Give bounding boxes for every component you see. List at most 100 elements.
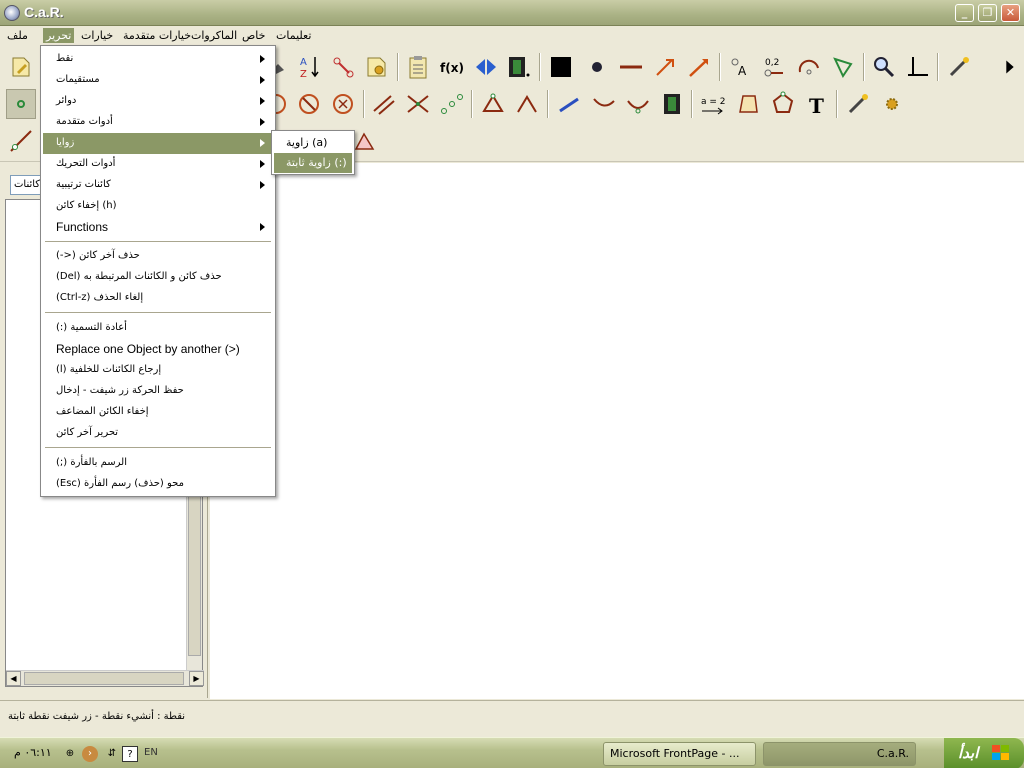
intersection-icon[interactable] bbox=[403, 89, 433, 119]
menu-file[interactable]: ملف bbox=[4, 28, 31, 43]
axes-icon[interactable] bbox=[903, 52, 933, 82]
svg-text:Z: Z bbox=[300, 69, 307, 80]
menu-item-clear-mouse-draw[interactable]: (Esc) محو (حذف) رسم الفأرة bbox=[43, 474, 273, 495]
menu-item-undo-delete[interactable]: (Ctrl-z) إلغاء الحذف bbox=[43, 288, 273, 309]
start-label: ابدأ bbox=[958, 744, 979, 762]
mirror-icon[interactable] bbox=[471, 52, 501, 82]
scroll-right-icon[interactable]: ▶ bbox=[189, 671, 204, 686]
svg-text:A: A bbox=[738, 64, 747, 78]
menu-item-delete-last[interactable]: (->) حذف آخر كائن bbox=[43, 246, 273, 267]
filled-square-icon[interactable] bbox=[546, 52, 576, 82]
minimize-button[interactable]: _ bbox=[955, 4, 974, 22]
network-icon[interactable]: ⊕ bbox=[62, 746, 78, 762]
line-through-point-icon[interactable] bbox=[6, 126, 36, 156]
menu-item-lines[interactable]: مستقيمات bbox=[43, 70, 273, 91]
menu-item-hide-object[interactable]: إخفاء كائن (h) bbox=[43, 196, 273, 217]
menu-bar: ملف تحرير خيارات خيارات متقدمة الماكروات… bbox=[0, 26, 1024, 45]
menu-item-angles[interactable]: زوايا bbox=[43, 133, 273, 154]
toolbar-separator bbox=[471, 90, 473, 118]
curve-icon[interactable] bbox=[589, 89, 619, 119]
svg-text:T: T bbox=[809, 94, 824, 117]
settings-doc-icon[interactable] bbox=[362, 52, 392, 82]
coordinate-icon[interactable]: 0,2 bbox=[760, 52, 790, 82]
horizontal-scrollbar[interactable]: ◀ ▶ bbox=[6, 670, 204, 686]
arc-icon[interactable] bbox=[794, 52, 824, 82]
edit-icon[interactable] bbox=[6, 52, 36, 82]
horizontal-scroll-thumb[interactable] bbox=[24, 672, 184, 685]
menu-item-circles[interactable]: دوائر bbox=[43, 91, 273, 112]
menu-separator bbox=[45, 447, 271, 449]
parallel-lines-icon[interactable] bbox=[369, 89, 399, 119]
menu-item-mouse-draw[interactable]: (;) الرسم بالفأرة bbox=[43, 453, 273, 474]
transform-icon[interactable] bbox=[328, 52, 358, 82]
menu-item-functions[interactable]: Functions bbox=[43, 217, 273, 238]
submenu-item-fixed-angle[interactable]: زاوية ثابتة (:) bbox=[274, 153, 352, 173]
menu-item-points[interactable]: نقط bbox=[43, 49, 273, 70]
circle-center-icon[interactable] bbox=[328, 89, 358, 119]
text-icon[interactable]: T bbox=[802, 89, 832, 119]
menu-item-replace-object[interactable]: Replace one Object by another (>) bbox=[43, 339, 273, 360]
segment-move-icon[interactable] bbox=[555, 89, 585, 119]
taskbar-button-car[interactable]: C.a.R. bbox=[763, 742, 916, 766]
svg-text:0,2: 0,2 bbox=[765, 58, 779, 68]
menu-item-send-to-back[interactable]: (l) إرجاع الكائنات للخلفية bbox=[43, 360, 273, 381]
angle-points-icon[interactable] bbox=[512, 89, 542, 119]
security-icon[interactable]: › bbox=[82, 746, 98, 762]
menu-item-ordered-objects[interactable]: كائنات ترتيبية bbox=[43, 175, 273, 196]
point-tool-icon[interactable] bbox=[6, 89, 36, 119]
drawing-canvas[interactable] bbox=[210, 163, 1024, 699]
animation-film-icon[interactable] bbox=[503, 52, 533, 82]
menu-item-advanced-tools[interactable]: أدوات متقدمة bbox=[43, 112, 273, 133]
menu-item-rename[interactable]: (:) أعادة التسمية bbox=[43, 318, 273, 339]
point-label-icon[interactable]: A bbox=[726, 52, 756, 82]
maximize-button[interactable]: ❐ bbox=[978, 4, 997, 22]
menu-help[interactable]: تعليمات bbox=[273, 28, 314, 43]
menu-options[interactable]: خيارات bbox=[78, 28, 116, 43]
sort-az-icon[interactable]: AZ bbox=[294, 52, 324, 82]
menu-advanced-options[interactable]: خيارات متقدمة bbox=[120, 28, 194, 43]
points-on-line-icon[interactable] bbox=[437, 89, 467, 119]
film-icon[interactable] bbox=[657, 89, 687, 119]
title-bar[interactable]: C.a.R. _ ❐ ✕ bbox=[0, 0, 1024, 26]
chevron-right-icon[interactable] bbox=[998, 52, 1022, 82]
function-icon[interactable]: f(x) bbox=[437, 52, 467, 82]
polygon-icon[interactable] bbox=[768, 89, 798, 119]
language-indicator[interactable]: EN bbox=[144, 747, 158, 758]
gear-icon[interactable] bbox=[877, 89, 907, 119]
menu-item-move-tools[interactable]: أدوات التحريك bbox=[43, 154, 273, 175]
scroll-left-icon[interactable]: ◀ bbox=[6, 671, 21, 686]
menu-special[interactable]: خاص bbox=[239, 28, 268, 43]
locus-icon[interactable] bbox=[623, 89, 653, 119]
magic-wand-icon[interactable] bbox=[843, 89, 873, 119]
zoom-icon[interactable] bbox=[869, 52, 899, 82]
restore-icon[interactable]: ⇵ bbox=[104, 746, 120, 762]
point-style-icon[interactable] bbox=[582, 52, 612, 82]
submenu-arrow-icon bbox=[260, 160, 265, 168]
window-title: C.a.R. bbox=[24, 4, 64, 20]
ray-arrow-icon[interactable] bbox=[684, 52, 714, 82]
clipboard-icon[interactable] bbox=[403, 52, 433, 82]
polygon-points-icon[interactable] bbox=[478, 89, 508, 119]
menu-macros[interactable]: الماكروات bbox=[188, 28, 240, 43]
menu-item-hide-duplicate[interactable]: إخفاء الكائن المضاعف bbox=[43, 402, 273, 423]
menu-item-save-animation[interactable]: حفظ الحركة زر شيفت - إدخال bbox=[43, 381, 273, 402]
vertical-scroll-thumb[interactable] bbox=[188, 496, 201, 656]
taskbar-button-frontpage[interactable]: Microsoft FrontPage - ... bbox=[603, 742, 756, 766]
vector-icon[interactable] bbox=[650, 52, 680, 82]
clock[interactable]: ٠٦:١١ م bbox=[14, 746, 52, 759]
menu-edit[interactable]: تحرير bbox=[43, 28, 75, 43]
start-button[interactable]: ابدأ bbox=[944, 738, 1024, 768]
submenu-arrow-icon bbox=[260, 181, 265, 189]
triangle-fill-icon[interactable] bbox=[828, 52, 858, 82]
menu-item-edit-last[interactable]: تحرير آخر كائن bbox=[43, 423, 273, 444]
magic-wand-icon[interactable] bbox=[944, 52, 974, 82]
help-icon[interactable]: ? bbox=[122, 746, 138, 762]
menu-item-delete-with-children[interactable]: (Del) حذف كائن و الكائنات المرتبطة به bbox=[43, 267, 273, 288]
circle-intersect-icon[interactable] bbox=[294, 89, 324, 119]
close-button[interactable]: ✕ bbox=[1001, 4, 1020, 22]
quadrilateral-icon[interactable] bbox=[734, 89, 764, 119]
submenu-item-angle[interactable]: زاوية (a) bbox=[274, 133, 352, 153]
app-icon bbox=[4, 5, 20, 21]
expression-icon[interactable]: a = 2 bbox=[698, 89, 728, 119]
thick-line-icon[interactable] bbox=[616, 52, 646, 82]
